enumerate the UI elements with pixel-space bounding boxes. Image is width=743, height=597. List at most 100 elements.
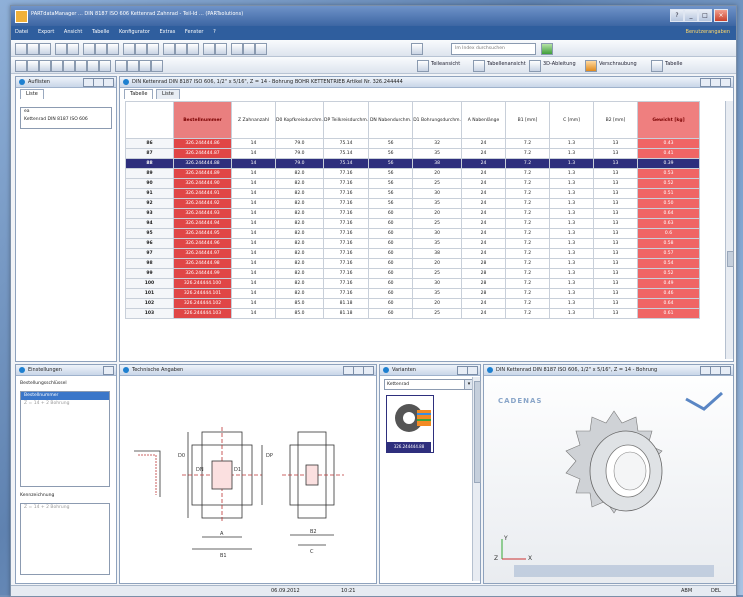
bolt-icon[interactable] (585, 60, 597, 72)
table-cell-b2[interactable]: 13 (593, 268, 638, 279)
table-cell-dn[interactable]: 60 (368, 288, 414, 299)
save-icon[interactable] (39, 43, 51, 55)
table-cell-z[interactable]: 14 (231, 288, 276, 299)
list-icon[interactable] (187, 43, 199, 55)
column-header-c[interactable]: C [mm] (549, 101, 594, 139)
table-cell-row[interactable]: 96 (125, 238, 174, 249)
copy-icon[interactable] (95, 43, 107, 55)
table-cell-b1[interactable]: 7.2 (505, 288, 550, 299)
table-cell-weight[interactable]: 0.41 (637, 148, 700, 159)
table-cell-row[interactable]: 88 (125, 158, 174, 169)
table-cell-d1[interactable]: 35 (412, 148, 462, 159)
table-cell-dp[interactable]: 77.16 (322, 168, 370, 179)
table-cell-b2[interactable]: 13 (593, 208, 638, 219)
group2-list[interactable]: Z = 14 + 2 Bohrung (20, 503, 110, 575)
filter-icon[interactable] (135, 43, 147, 55)
group1-list[interactable]: Bestellnummer Z = 14 + 2 Bohrung (20, 391, 110, 487)
table-cell-b1[interactable]: 7.2 (505, 168, 550, 179)
table-cell-order[interactable]: 326.244444.90 (173, 178, 232, 189)
table-cell-z[interactable]: 14 (231, 208, 276, 219)
table-cell-b2[interactable]: 13 (593, 148, 638, 159)
table-cell-d1[interactable]: 38 (412, 158, 462, 169)
column-header-order[interactable]: Bestellnummer (173, 101, 232, 139)
table-cell-z[interactable]: 14 (231, 198, 276, 209)
view-cube-icon[interactable] (684, 389, 724, 413)
table-cell-a[interactable]: 24 (461, 168, 506, 179)
table-cell-row[interactable]: 101 (125, 288, 174, 299)
table-cell-d0[interactable]: 85.0 (275, 308, 324, 319)
headset-icon[interactable] (411, 43, 423, 55)
table-cell-a[interactable]: 24 (461, 248, 506, 259)
table-cell-dp[interactable]: 75.14 (322, 148, 370, 159)
table-cell-d0[interactable]: 82.0 (275, 198, 324, 209)
table-cell-z[interactable]: 14 (231, 238, 276, 249)
table-cell-order[interactable]: 326.244444.102 (173, 298, 232, 309)
table-cell-weight[interactable]: 0.57 (637, 248, 700, 259)
shade-icon[interactable] (75, 60, 87, 72)
table-cell-c[interactable]: 1.3 (549, 138, 594, 149)
paste-icon[interactable] (107, 43, 119, 55)
shape-icon[interactable] (231, 43, 243, 55)
table-cell-d0[interactable]: 82.0 (275, 268, 324, 279)
table-cell-weight[interactable]: 0.49 (637, 278, 700, 289)
table-cell-d1[interactable]: 38 (412, 248, 462, 259)
menu-extras[interactable]: Extras (156, 26, 180, 35)
menu-table[interactable]: Tabelle (88, 26, 113, 35)
list-item-selected[interactable]: Bestellnummer (21, 392, 109, 400)
column-header-b2[interactable]: B2 [mm] (593, 101, 638, 139)
side-view-icon[interactable] (127, 60, 139, 72)
table-cell-a[interactable]: 24 (461, 158, 506, 169)
table-cell-dn[interactable]: 56 (368, 138, 414, 149)
table-cell-order[interactable]: 326.244444.87 (173, 148, 232, 159)
table-cell-z[interactable]: 14 (231, 228, 276, 239)
table-cell-b1[interactable]: 7.2 (505, 298, 550, 309)
table-cell-z[interactable]: 14 (231, 168, 276, 179)
table-cell-dn[interactable]: 60 (368, 218, 414, 229)
table-cell-dn[interactable]: 60 (368, 258, 414, 269)
help-button[interactable]: ? (670, 9, 684, 22)
table-cell-order[interactable]: 326.244444.98 (173, 258, 232, 269)
menu-view[interactable]: Ansicht (60, 26, 86, 35)
table-cell-dn[interactable]: 60 (368, 208, 414, 219)
table-cell-dp[interactable]: 81.18 (322, 298, 370, 309)
table-cell-dp[interactable]: 75.14 (322, 138, 370, 149)
table-row[interactable]: 92 326.244444.92 14 82.0 77.16 56 35 24 7.2 1.3 13… (125, 198, 700, 209)
table-cell-c[interactable]: 1.3 (549, 188, 594, 199)
table-cell-weight[interactable]: 0.39 (637, 158, 700, 169)
derivation-icon[interactable] (529, 60, 541, 72)
table-cell-a[interactable]: 24 (461, 138, 506, 149)
table-cell-c[interactable]: 1.3 (549, 308, 594, 319)
table-cell-b1[interactable]: 7.2 (505, 258, 550, 269)
table-cell-weight[interactable]: 0.51 (637, 188, 700, 199)
table-cell-b1[interactable]: 7.2 (505, 248, 550, 259)
table-cell-b2[interactable]: 13 (593, 298, 638, 309)
table-cell-a[interactable]: 28 (461, 268, 506, 279)
print-icon[interactable] (55, 43, 67, 55)
table-cell-d1[interactable]: 25 (412, 218, 462, 229)
table-cell-dp[interactable]: 77.16 (322, 178, 370, 189)
minimize-button[interactable]: _ (684, 9, 698, 22)
table-cell-d1[interactable]: 32 (412, 138, 462, 149)
table-cell-d1[interactable]: 20 (412, 208, 462, 219)
table-cell-c[interactable]: 1.3 (549, 258, 594, 269)
table-row[interactable]: 95 326.244444.95 14 82.0 77.16 60 30 24 7.2 1.3 13… (125, 228, 700, 239)
table-cell-c[interactable]: 1.3 (549, 158, 594, 169)
table-cell-weight[interactable]: 0.53 (637, 168, 700, 179)
table-cell-weight[interactable]: 0.58 (637, 238, 700, 249)
search-icon[interactable] (123, 43, 135, 55)
tab-list[interactable]: Liste (20, 89, 44, 99)
database-icon[interactable] (67, 43, 79, 55)
table-cell-weight[interactable]: 0.46 (637, 288, 700, 299)
table-cell-dp[interactable]: 77.16 (322, 198, 370, 209)
table-cell-b1[interactable]: 7.2 (505, 198, 550, 209)
table-cell-d1[interactable]: 30 (412, 188, 462, 199)
table-cell-order[interactable]: 326.244444.91 (173, 188, 232, 199)
tree-item[interactable]: ea (21, 108, 111, 116)
table-cell-dp[interactable]: 77.16 (322, 248, 370, 259)
view-icon[interactable] (15, 60, 27, 72)
table-cell-a[interactable]: 24 (461, 188, 506, 199)
table-cell-d1[interactable]: 35 (412, 198, 462, 209)
parts-table[interactable]: Bestellnummer Z Zahnanzahl D0 Kopfkreisdur… (125, 101, 700, 319)
table-cell-dn[interactable]: 60 (368, 238, 414, 249)
user-info[interactable]: Benutzerangaben (686, 29, 730, 35)
